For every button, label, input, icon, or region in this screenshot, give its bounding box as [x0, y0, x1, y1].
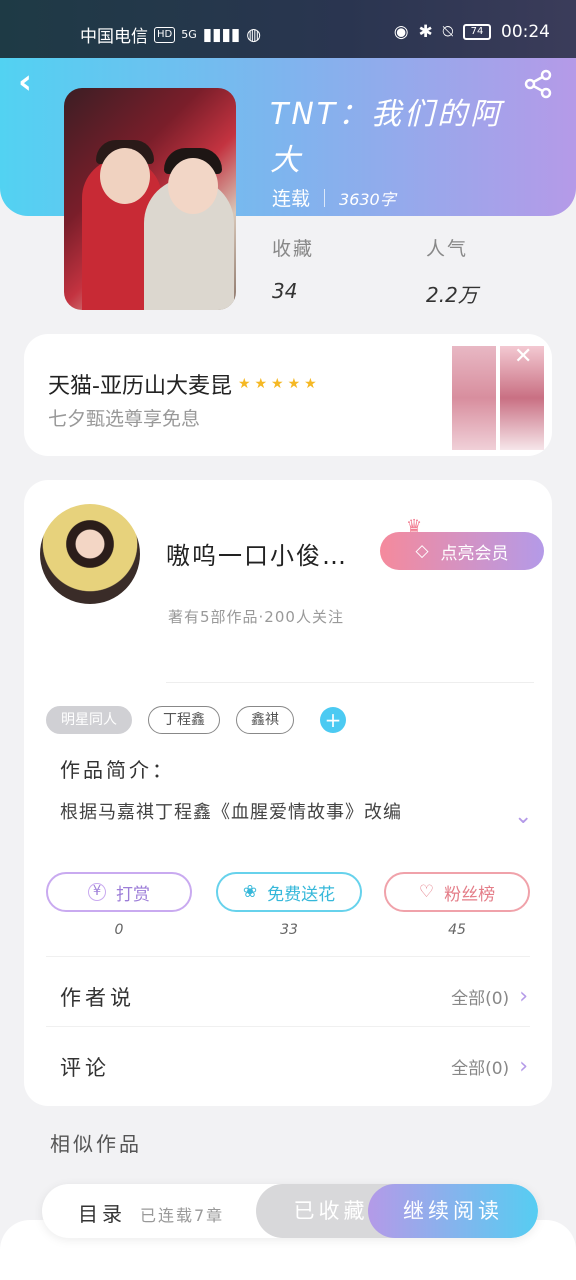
carrier-label: 中国电信 [80, 27, 148, 47]
yen-icon: ¥ [88, 883, 106, 901]
serial-status: 连载 [272, 188, 311, 210]
flower-count: 33 [280, 922, 298, 938]
network-label: 5G [181, 28, 197, 41]
chevron-down-icon[interactable]: ⌄ [514, 804, 538, 829]
reward-label: 打赏 [116, 884, 150, 905]
book-cover-image[interactable] [64, 88, 236, 310]
popularity-stat: 人气 2.2万 [426, 234, 478, 308]
status-left: 中国电信 HD 5G ▮▮▮▮ ◍ [80, 22, 262, 48]
diamond-icon: ◇ [415, 541, 429, 561]
book-status-line: 连载 3630字 [272, 184, 396, 211]
signal-icon: ▮▮▮▮ [202, 24, 241, 45]
hd-badge: HD [154, 26, 176, 43]
author-name[interactable]: 嗷呜一口小俊… [166, 536, 348, 571]
reward-count: 0 [114, 922, 124, 938]
divider [166, 682, 534, 683]
popularity-value: 2.2万 [426, 283, 478, 307]
share-icon[interactable] [522, 68, 554, 100]
author-meta: 著有5部作品·200人关注 [168, 608, 344, 626]
ad-title: 天猫-亚历山大麦昆 [48, 374, 232, 399]
reward-button[interactable]: ¥ 打赏 [46, 872, 192, 912]
tag-item[interactable]: 鑫祺 [236, 706, 294, 734]
favorites-label: 收藏 [272, 238, 315, 260]
intro-text: 根据马嘉祺丁程鑫《血腥爱情故事》改编 [60, 802, 402, 823]
tag-item[interactable]: 明星同人 [46, 706, 132, 734]
send-flower-label: 免费送花 [267, 884, 336, 905]
comments-value: 全部(0) [451, 1059, 510, 1079]
book-detail-card: 嗷呜一口小俊… 著有5部作品·200人关注 ♛ ◇ 点亮会员 明星同人 丁程鑫 … [24, 480, 552, 1106]
cover-face-right [168, 158, 218, 214]
intro-label: 作品简介： [60, 758, 175, 782]
ad-subtitle: 七夕甄选尊享免息 [48, 408, 201, 430]
similar-works-heading: 相似作品 [50, 1132, 142, 1156]
globe-icon: ◍ [246, 24, 262, 45]
eye-icon: ◉ [393, 22, 409, 42]
comments-label[interactable]: 评论 [60, 1052, 110, 1082]
ad-banner[interactable]: 天猫-亚历山大麦昆 ★★★★★ 七夕甄选尊享免息 ✕ [24, 334, 552, 456]
tag-item[interactable]: 丁程鑫 [148, 706, 220, 734]
clock: 00:24 [501, 22, 550, 42]
rating-stars-icon: ★★★★★ [237, 376, 321, 392]
comments-link[interactable]: 全部(0) › [451, 1054, 528, 1079]
user-heart-icon: ♡ [418, 882, 435, 902]
vip-button-label: 点亮会员 [440, 543, 509, 564]
author-says-label[interactable]: 作者说 [60, 982, 135, 1012]
divider [46, 1026, 530, 1027]
divider [46, 956, 530, 957]
author-says-link[interactable]: 全部(0) › [451, 984, 528, 1009]
send-flower-button[interactable]: ❀ 免费送花 [216, 872, 362, 912]
close-icon[interactable]: ✕ [514, 346, 536, 368]
toc-button[interactable]: 目录 [78, 1198, 126, 1227]
chevron-right-icon: › [519, 984, 528, 1009]
chevron-right-icon: › [519, 1054, 528, 1079]
flower-icon: ❀ [242, 882, 258, 902]
bluetooth-icon: ✱ [418, 22, 433, 42]
ad-image-1 [452, 346, 496, 450]
ad-title-row: 天猫-亚历山大麦昆 ★★★★★ [48, 368, 321, 400]
mute-icon: ⍉ [442, 22, 453, 42]
status-divider [324, 188, 326, 207]
continue-reading-button[interactable]: 继续阅读 [368, 1184, 538, 1238]
back-button[interactable]: ‹ [18, 64, 54, 100]
fans-count: 45 [448, 922, 466, 938]
add-tag-icon[interactable]: + [320, 707, 346, 733]
bottom-action-bar: 目录 已连载7章 已收藏 继续阅读 [42, 1184, 538, 1238]
vip-button[interactable]: ◇ 点亮会员 [380, 532, 544, 570]
cover-face-left [100, 148, 150, 204]
word-count: 3630字 [339, 189, 396, 209]
favorites-stat: 收藏 34 [272, 234, 314, 303]
status-right: ◉ ✱ ⍉ 74 00:24 [394, 22, 550, 42]
fans-ranking-button[interactable]: ♡ 粉丝榜 [384, 872, 530, 912]
author-says-value: 全部(0) [451, 989, 510, 1009]
author-avatar[interactable] [40, 504, 140, 604]
fans-ranking-label: 粉丝榜 [444, 884, 496, 905]
battery-icon: 74 [463, 24, 491, 40]
toc-chapter-count: 已连载7章 [140, 1206, 225, 1225]
book-title: TNT：我们的阿大 [270, 97, 504, 178]
favorites-value: 34 [272, 279, 298, 303]
popularity-label: 人气 [426, 238, 469, 260]
status-bar: 中国电信 HD 5G ▮▮▮▮ ◍ ◉ ✱ ⍉ 74 00:24 [0, 0, 576, 58]
tag-list: 明星同人 丁程鑫 鑫祺 + [46, 706, 346, 734]
